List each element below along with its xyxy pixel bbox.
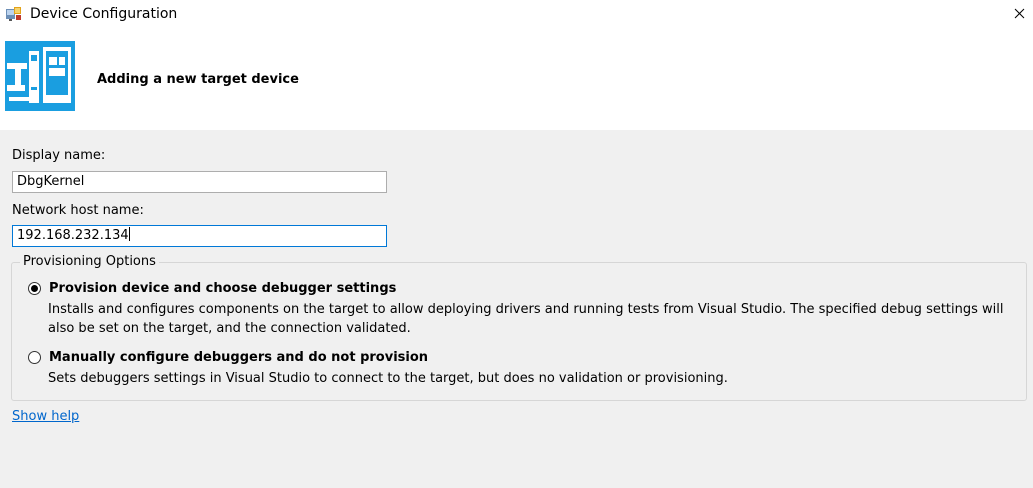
devices-graphic-icon — [5, 41, 75, 111]
manual-config-radio[interactable] — [28, 351, 41, 364]
app-config-icon — [6, 6, 22, 22]
provision-option-title[interactable]: Provision device and choose debugger set… — [49, 281, 396, 297]
wizard-header: Adding a new target device — [0, 30, 1033, 130]
display-name-field[interactable]: DbgKernel — [12, 171, 387, 193]
window-title: Device Configuration — [30, 6, 178, 22]
manual-config-option-title[interactable]: Manually configure debuggers and do not … — [49, 350, 428, 366]
provision-radio[interactable] — [28, 282, 41, 295]
title-bar: Device Configuration — [0, 0, 1033, 30]
close-icon — [1014, 8, 1025, 19]
host-name-value: 192.168.232.134 — [17, 228, 129, 243]
manual-config-option-description: Sets debuggers settings in Visual Studio… — [48, 371, 728, 386]
provision-option-description: Installs and configures components on th… — [48, 302, 1004, 336]
display-name-label: Display name: — [12, 148, 106, 163]
host-name-label: Network host name: — [12, 203, 144, 218]
text-caret — [128, 227, 130, 241]
show-help-link[interactable]: Show help — [12, 409, 79, 425]
host-name-field[interactable]: 192.168.232.134 — [12, 225, 387, 247]
display-name-value: DbgKernel — [17, 174, 85, 189]
page-title: Adding a new target device — [97, 72, 299, 87]
group-label: Provisioning Options — [20, 254, 159, 270]
close-button[interactable] — [1003, 0, 1033, 30]
